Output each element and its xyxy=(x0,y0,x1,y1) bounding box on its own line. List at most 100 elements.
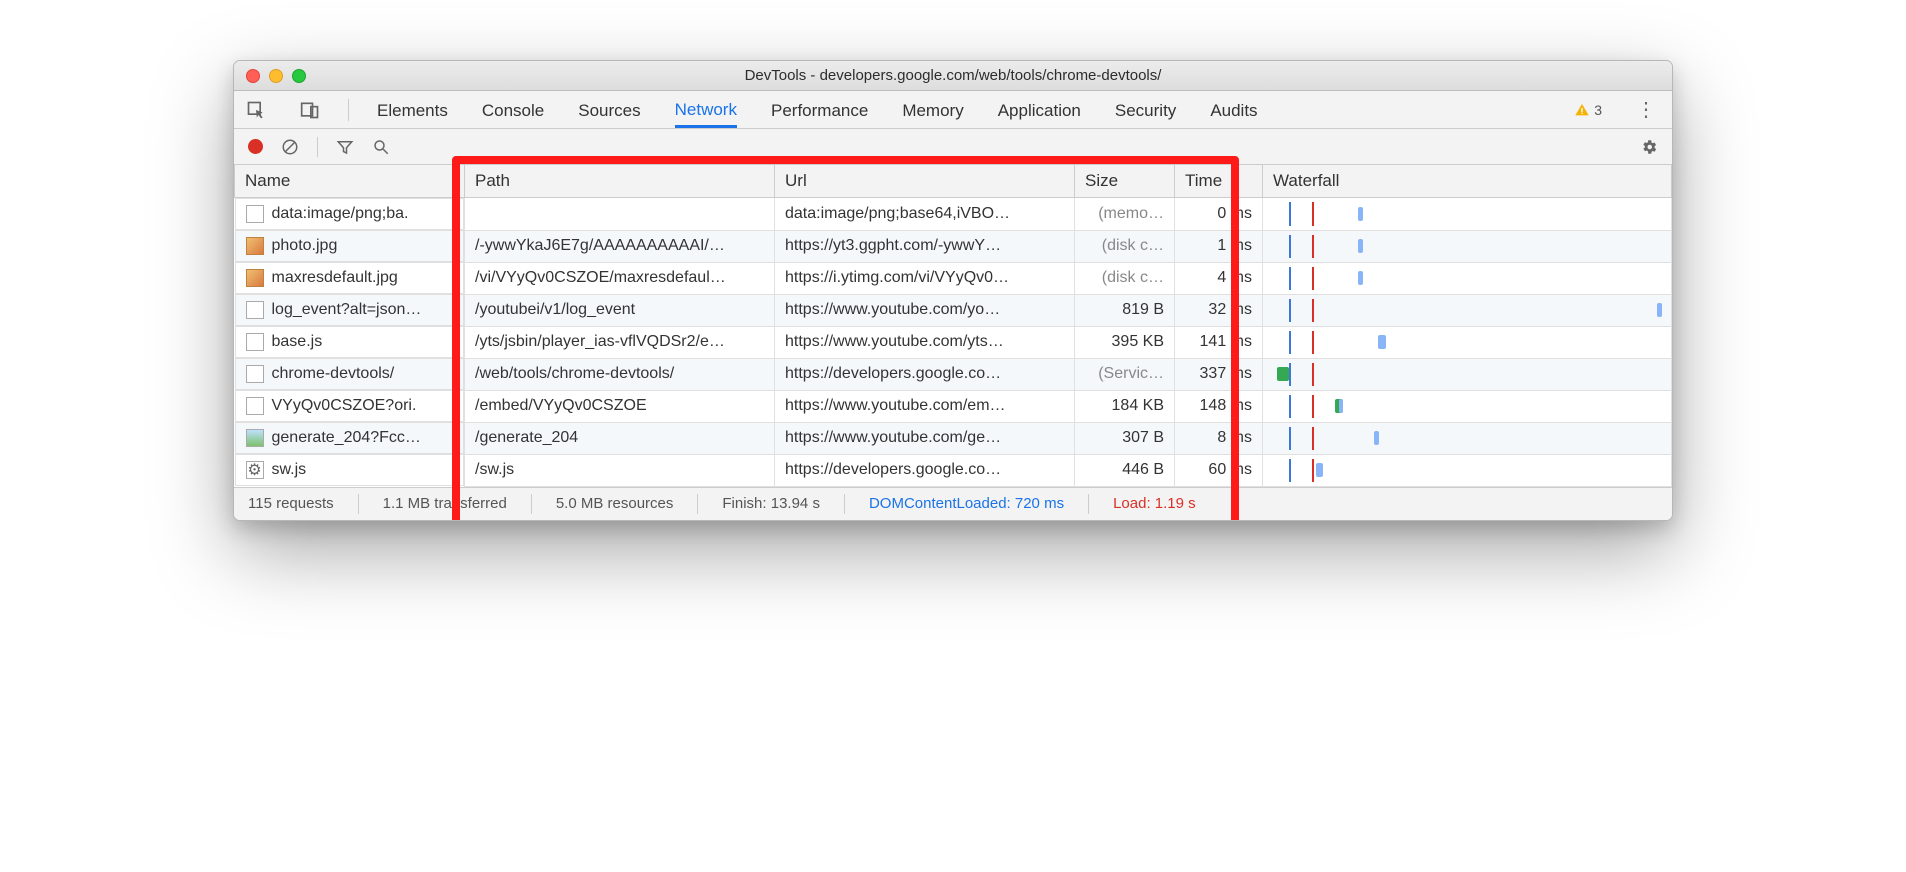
request-time: 141 ms xyxy=(1175,326,1263,358)
status-load: Load: 1.19 s xyxy=(1113,495,1196,512)
zoom-icon[interactable] xyxy=(292,69,306,83)
panel-tabs: Elements Console Sources Network Perform… xyxy=(234,91,1672,129)
filter-icon[interactable] xyxy=(336,138,354,156)
request-time: 337 ms xyxy=(1175,358,1263,390)
request-size: 184 KB xyxy=(1075,390,1175,422)
status-domcontentloaded: DOMContentLoaded: 720 ms xyxy=(869,495,1064,512)
request-waterfall xyxy=(1263,358,1672,390)
window-title: DevTools - developers.google.com/web/too… xyxy=(234,67,1672,84)
tab-sources[interactable]: Sources xyxy=(578,93,640,127)
file-icon xyxy=(246,365,264,383)
traffic-lights xyxy=(246,69,306,83)
tab-network[interactable]: Network xyxy=(675,92,737,128)
titlebar: DevTools - developers.google.com/web/too… xyxy=(234,61,1672,91)
request-name: maxresdefault.jpg xyxy=(272,269,398,287)
request-url: https://developers.google.co… xyxy=(775,454,1075,486)
request-waterfall xyxy=(1263,326,1672,358)
file-icon xyxy=(246,301,264,319)
request-name: sw.js xyxy=(272,461,307,479)
tab-console[interactable]: Console xyxy=(482,93,544,127)
tab-performance[interactable]: Performance xyxy=(771,93,868,127)
network-row[interactable]: ⚙ sw.js/sw.jshttps://developers.google.co… xyxy=(235,454,1672,486)
close-icon[interactable] xyxy=(246,69,260,83)
request-path: /-ywwYkaJ6E7g/AAAAAAAAAAI/… xyxy=(465,230,775,262)
img-icon xyxy=(246,269,264,287)
tab-application[interactable]: Application xyxy=(998,93,1081,127)
tab-memory[interactable]: Memory xyxy=(902,93,963,127)
network-row[interactable]: maxresdefault.jpg/vi/VYyQv0CSZOE/maxresd… xyxy=(235,262,1672,294)
request-path xyxy=(465,198,775,231)
request-waterfall xyxy=(1263,230,1672,262)
request-time: 148 ms xyxy=(1175,390,1263,422)
request-waterfall xyxy=(1263,422,1672,454)
network-row[interactable]: log_event?alt=json…/youtubei/v1/log_even… xyxy=(235,294,1672,326)
request-time: 0 ms xyxy=(1175,198,1263,231)
status-bar: 115 requests 1.1 MB transferred 5.0 MB r… xyxy=(234,487,1672,520)
request-url: https://developers.google.co… xyxy=(775,358,1075,390)
status-finish: Finish: 13.94 s xyxy=(722,495,820,512)
network-row[interactable]: photo.jpg/-ywwYkaJ6E7g/AAAAAAAAAAI/…http… xyxy=(235,230,1672,262)
col-path[interactable]: Path xyxy=(465,165,775,198)
request-url: https://www.youtube.com/yts… xyxy=(775,326,1075,358)
col-size[interactable]: Size xyxy=(1075,165,1175,198)
request-waterfall xyxy=(1263,262,1672,294)
tab-audits[interactable]: Audits xyxy=(1210,93,1257,127)
request-size: (disk c… xyxy=(1075,262,1175,294)
network-row[interactable]: VYyQv0CSZOE?ori./embed/VYyQv0CSZOEhttps:… xyxy=(235,390,1672,422)
devtools-window: DevTools - developers.google.com/web/too… xyxy=(233,60,1673,521)
gear-icon: ⚙ xyxy=(246,461,264,479)
request-path: /embed/VYyQv0CSZOE xyxy=(465,390,775,422)
img2-icon xyxy=(246,429,264,447)
clear-icon[interactable] xyxy=(281,138,299,156)
request-size: 307 B xyxy=(1075,422,1175,454)
search-icon[interactable] xyxy=(372,138,390,156)
request-url: https://www.youtube.com/ge… xyxy=(775,422,1075,454)
request-path: /web/tools/chrome-devtools/ xyxy=(465,358,775,390)
minimize-icon[interactable] xyxy=(269,69,283,83)
request-waterfall xyxy=(1263,454,1672,486)
record-button[interactable] xyxy=(248,139,263,154)
separator xyxy=(348,99,349,121)
request-name: base.js xyxy=(272,333,323,351)
img-icon xyxy=(246,237,264,255)
network-row[interactable]: generate_204?Fcc…/generate_204https://ww… xyxy=(235,422,1672,454)
request-waterfall xyxy=(1263,294,1672,326)
inspect-element-icon[interactable] xyxy=(246,100,266,120)
request-time: 60 ms xyxy=(1175,454,1263,486)
request-time: 32 ms xyxy=(1175,294,1263,326)
request-path: /generate_204 xyxy=(465,422,775,454)
request-name: chrome-devtools/ xyxy=(272,365,395,383)
request-path: /vi/VYyQv0CSZOE/maxresdefaul… xyxy=(465,262,775,294)
request-waterfall xyxy=(1263,390,1672,422)
col-url[interactable]: Url xyxy=(775,165,1075,198)
request-path: /yts/jsbin/player_ias-vflVQDSr2/e… xyxy=(465,326,775,358)
request-path: /youtubei/v1/log_event xyxy=(465,294,775,326)
kebab-menu-icon[interactable]: ⋮ xyxy=(1636,97,1658,122)
request-path: /sw.js xyxy=(465,454,775,486)
request-url: https://yt3.ggpht.com/-ywwY… xyxy=(775,230,1075,262)
request-size: (Servic… xyxy=(1075,358,1175,390)
request-size: 395 KB xyxy=(1075,326,1175,358)
col-time[interactable]: Time xyxy=(1175,165,1263,198)
device-toolbar-icon[interactable] xyxy=(300,100,320,120)
file-icon xyxy=(246,333,264,351)
issues-count: 3 xyxy=(1594,102,1602,118)
status-resources: 5.0 MB resources xyxy=(556,495,674,512)
network-table: Name Path Url Size Time Waterfall data:i… xyxy=(234,165,1672,487)
issues-badge[interactable]: 3 xyxy=(1574,102,1602,118)
separator xyxy=(317,137,318,157)
request-size: 446 B xyxy=(1075,454,1175,486)
network-row[interactable]: base.js/yts/jsbin/player_ias-vflVQDSr2/e… xyxy=(235,326,1672,358)
tab-security[interactable]: Security xyxy=(1115,93,1176,127)
tab-elements[interactable]: Elements xyxy=(377,93,448,127)
request-time: 8 ms xyxy=(1175,422,1263,454)
network-row[interactable]: chrome-devtools/ /web/tools/chrome-devtoo… xyxy=(235,358,1672,390)
settings-gear-icon[interactable] xyxy=(1640,138,1658,156)
col-waterfall[interactable]: Waterfall xyxy=(1263,165,1672,198)
col-name[interactable]: Name xyxy=(235,165,465,198)
request-size: (memo… xyxy=(1075,198,1175,231)
network-row[interactable]: data:image/png;ba.data:image/png;base64,… xyxy=(235,198,1672,231)
warning-icon xyxy=(1574,102,1590,118)
request-name: data:image/png;ba. xyxy=(272,205,409,223)
request-url: https://i.ytimg.com/vi/VYyQv0… xyxy=(775,262,1075,294)
